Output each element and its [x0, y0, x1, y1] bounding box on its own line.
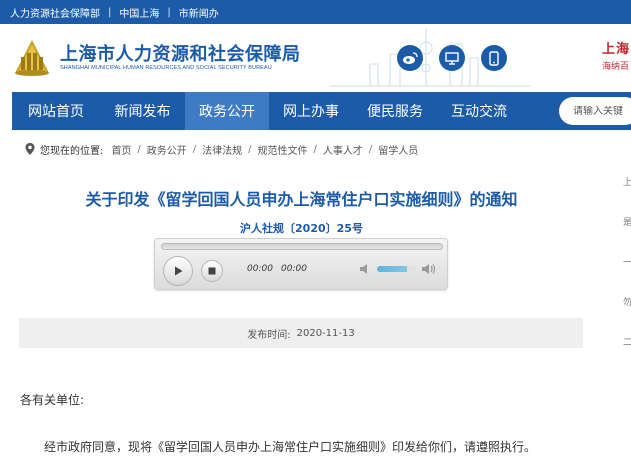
- article-title: 关于印发《留学回国人员申办上海常住户口实施细则》的通知: [85, 190, 518, 209]
- slogan-title: 上海: [602, 42, 631, 57]
- nav-news[interactable]: 新闻发布: [100, 92, 185, 130]
- link-news-office[interactable]: 市新闻办: [179, 5, 219, 20]
- publish-info-bar: 发布时间: 2020-11-13: [19, 318, 583, 348]
- topbar-separator: |: [108, 6, 112, 18]
- document-number: 沪人社规〔2020〕25号: [240, 222, 363, 235]
- play-button[interactable]: [163, 256, 193, 286]
- stop-button[interactable]: [201, 260, 223, 282]
- seek-bar[interactable]: [161, 243, 443, 250]
- publish-label: 发布时间:: [247, 329, 291, 341]
- body-paragraph: 经市政府同意，现将《留学回国人员申办上海常住户口实施细则》印发给你们，请遵照执行…: [44, 440, 537, 454]
- nav-public-services[interactable]: 便民服务: [353, 92, 437, 130]
- breadcrumb-separator: /: [137, 143, 141, 155]
- duration: 00:00: [281, 264, 307, 274]
- volume-slider[interactable]: [377, 266, 417, 272]
- weibo-icon: [403, 52, 418, 64]
- mobile-icon: [489, 50, 499, 66]
- nav-online-services[interactable]: 网上办事: [269, 92, 353, 130]
- right-sidebar-clipped: 上 是 一 勿 二: [617, 175, 631, 375]
- breadcrumb-laws[interactable]: 法律法规: [202, 142, 242, 157]
- nav-interaction[interactable]: 互动交流: [437, 92, 521, 130]
- topbar-separator: |: [167, 6, 171, 18]
- site-subtitle: SHANGHAI MUNICIPAL HUMAN RESOURCES AND S…: [60, 65, 272, 71]
- monitor-icon: [445, 51, 459, 65]
- breadcrumb: 您现在的位置: 首页 / 政务公开 / 法律法规 / 规范性文件 / 人事人才 …: [24, 141, 418, 157]
- site-title: 上海市人力资源和社会保障局: [60, 44, 301, 65]
- nav-gov-affairs[interactable]: 政务公开: [185, 92, 269, 130]
- bureau-logo-icon[interactable]: [12, 37, 52, 77]
- clipped-glyph: 二: [623, 338, 631, 348]
- clipped-glyph: 是: [623, 218, 631, 228]
- breadcrumb-separator: /: [313, 143, 317, 155]
- breadcrumb-gov-affairs[interactable]: 政务公开: [147, 142, 187, 157]
- breadcrumb-separator: /: [248, 143, 252, 155]
- clipped-glyph: 一: [623, 258, 631, 268]
- breadcrumb-label: 您现在的位置:: [40, 145, 104, 157]
- breadcrumb-separator: /: [368, 143, 373, 155]
- website-button[interactable]: [439, 45, 465, 71]
- breadcrumb-separator: /: [192, 143, 197, 155]
- location-pin-icon: [25, 143, 35, 155]
- link-mohrss[interactable]: 人力资源社会保障部: [10, 5, 100, 20]
- slogan-subtitle: 海纳百: [602, 62, 630, 72]
- volume-low-icon[interactable]: [359, 263, 373, 275]
- clipped-glyph: 上: [623, 178, 631, 188]
- breadcrumb-personnel[interactable]: 人事人才: [323, 142, 363, 157]
- clipped-glyph: 勿: [623, 298, 631, 308]
- nav-home[interactable]: 网站首页: [12, 92, 100, 130]
- weibo-button[interactable]: [397, 45, 423, 71]
- play-icon: [175, 266, 183, 276]
- search-input[interactable]: [573, 105, 631, 117]
- current-time: 00:00: [247, 264, 273, 274]
- link-china-shanghai[interactable]: 中国上海: [119, 5, 159, 20]
- volume-high-icon[interactable]: [421, 262, 437, 276]
- breadcrumb-home[interactable]: 首页: [111, 142, 131, 157]
- audio-player: 00:00 00:00: [154, 238, 448, 290]
- publish-date: 2020-11-13: [296, 327, 355, 339]
- mobile-button[interactable]: [481, 45, 507, 71]
- stop-icon: [208, 267, 216, 275]
- salutation: 各有关单位:: [20, 393, 85, 407]
- main-nav: 网站首页 新闻发布 政务公开 网上办事 便民服务 互动交流: [12, 92, 631, 130]
- search-box[interactable]: [559, 97, 631, 125]
- breadcrumb-overseas-students[interactable]: 留学人员: [378, 142, 418, 157]
- site-header: 上海市人力资源和社会保障局 SHANGHAI MUNICIPAL HUMAN R…: [0, 24, 631, 92]
- top-utility-bar: 人力资源社会保障部 | 中国上海 | 市新闻办: [0, 0, 631, 24]
- breadcrumb-normative-docs[interactable]: 规范性文件: [258, 142, 308, 157]
